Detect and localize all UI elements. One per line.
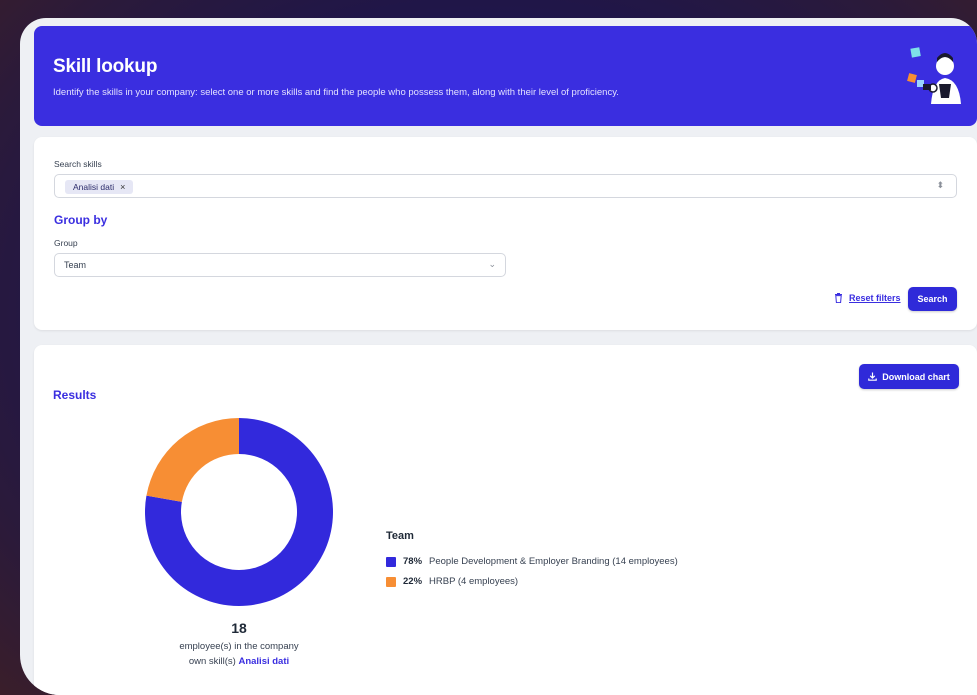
legend-percent: 22% <box>403 576 423 587</box>
reset-filters-link[interactable]: Reset filters <box>834 293 901 303</box>
skill-chip-label: Analisi dati <box>73 182 115 192</box>
chevron-down-icon: ⌄ <box>488 259 496 269</box>
donut-chart <box>145 418 333 606</box>
group-select-value: Team <box>64 260 87 270</box>
summary-skill: Analisi dati <box>238 656 290 667</box>
page-subtitle: Identify the skills in your company: sel… <box>53 87 619 98</box>
close-icon[interactable]: × <box>120 182 125 192</box>
donut-slice-2 <box>146 418 239 502</box>
chevron-updown-icon[interactable]: ⬍ <box>936 180 944 191</box>
download-chart-button[interactable]: Download chart <box>859 364 959 389</box>
legend-item: 22% HRBP (4 employees) <box>386 576 518 587</box>
group-label: Group <box>54 238 78 248</box>
legend-swatch <box>386 556 396 567</box>
person-illustration-icon <box>907 47 961 104</box>
legend-label: People Development & Employer Branding (… <box>429 556 678 567</box>
download-icon <box>868 372 878 381</box>
skill-chip: Analisi dati × <box>65 180 134 194</box>
trash-icon <box>835 293 842 303</box>
page-header: Skill lookup Identify the skills in your… <box>34 26 977 126</box>
app-frame: Skill lookup Identify the skills in your… <box>20 18 977 695</box>
results-heading: Results <box>53 388 97 402</box>
legend-percent: 78% <box>403 556 423 567</box>
legend-swatch <box>386 576 396 587</box>
reset-filters-label: Reset filters <box>849 293 901 303</box>
skills-multiselect[interactable]: Analisi dati × ⬍ <box>54 174 957 198</box>
results-panel: Results Download chart 18 employee(s) in… <box>34 345 977 695</box>
group-by-heading: Group by <box>54 213 108 227</box>
group-select[interactable]: Team ⌄ <box>54 253 506 277</box>
legend-item: 78% People Development & Employer Brandi… <box>386 556 678 567</box>
summary-line-2: own skill(s) Analisi dati <box>158 656 320 667</box>
summary-line-1: employee(s) in the company <box>179 641 299 652</box>
summary-prefix: own skill(s) <box>188 656 236 667</box>
page-title: Skill lookup <box>53 56 158 77</box>
download-chart-label: Download chart <box>882 371 950 382</box>
search-skills-label: Search skills <box>54 159 102 169</box>
legend-label: HRBP (4 employees) <box>429 576 519 587</box>
legend-title: Team <box>386 530 414 542</box>
filters-panel: Search skills Analisi dati × ⬍ Group by … <box>34 137 977 330</box>
total-employees-count: 18 <box>231 620 247 636</box>
search-button[interactable]: Search <box>908 287 957 311</box>
